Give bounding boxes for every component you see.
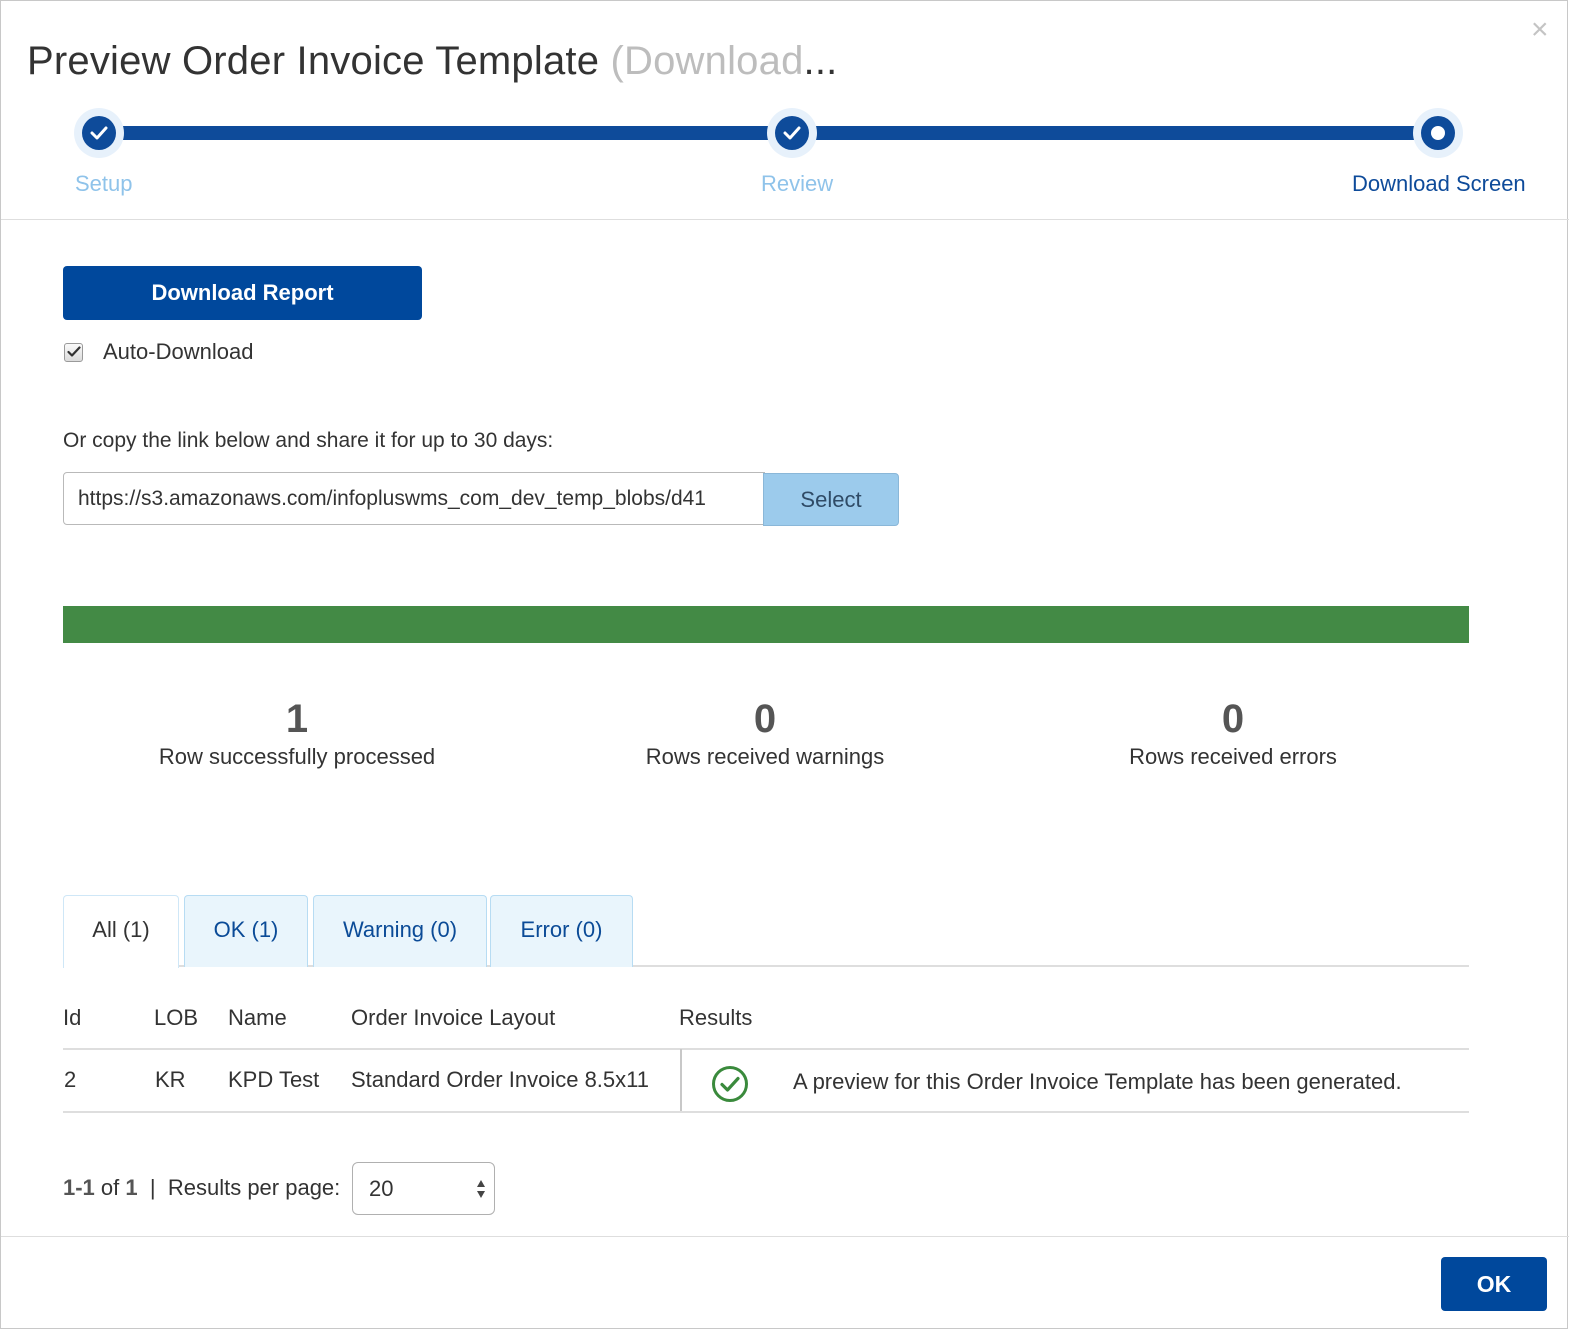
select-arrows-icon bbox=[477, 1180, 485, 1198]
check-icon bbox=[82, 116, 116, 150]
pagination-range: 1-1 bbox=[63, 1175, 95, 1200]
select-link-button[interactable]: Select bbox=[763, 473, 899, 526]
title-sub: (Download bbox=[610, 39, 804, 83]
results-per-page-select[interactable]: 20 bbox=[352, 1162, 495, 1215]
pagination-total: 1 bbox=[125, 1175, 138, 1200]
check-icon bbox=[775, 116, 809, 150]
title-main: Preview Order Invoice Template bbox=[27, 39, 600, 83]
current-step-icon bbox=[1421, 116, 1455, 150]
table-cell-result-text: A preview for this Order Invoice Templat… bbox=[793, 1069, 1402, 1094]
stat-warnings: 0 Rows received warnings bbox=[565, 696, 965, 770]
preview-dialog: × Preview Order Invoice Template (Downlo… bbox=[0, 0, 1569, 1329]
check-circle-icon bbox=[711, 1065, 749, 1108]
wizard-stepper: Setup Review Download Screen bbox=[1, 101, 1569, 211]
table-cell-lob: KR bbox=[155, 1067, 186, 1092]
table-cell-layout: Standard Order Invoice 8.5x11 bbox=[351, 1067, 649, 1092]
stat-warnings-label: Rows received warnings bbox=[645, 744, 885, 769]
stat-processed-value: 1 bbox=[285, 697, 309, 741]
step-setup-dot bbox=[74, 108, 124, 158]
results-column-divider bbox=[680, 1049, 682, 1112]
stat-errors: 0 Rows received errors bbox=[1033, 696, 1433, 770]
stat-warnings-value: 0 bbox=[753, 697, 777, 741]
column-header-results[interactable]: Results bbox=[679, 1005, 752, 1031]
footer-divider bbox=[1, 1236, 1569, 1237]
ok-button[interactable]: OK bbox=[1441, 1257, 1547, 1311]
dialog-title: Preview Order Invoice Template (Download… bbox=[27, 39, 837, 84]
stat-errors-value: 0 bbox=[1221, 697, 1245, 741]
close-icon[interactable]: × bbox=[1531, 15, 1549, 45]
column-header-lob[interactable]: LOB bbox=[154, 1005, 198, 1031]
column-header-name[interactable]: Name bbox=[228, 1005, 287, 1031]
table-cell-id: 2 bbox=[64, 1067, 77, 1092]
step-label-setup[interactable]: Setup bbox=[75, 171, 133, 197]
auto-download-label: Auto-Download bbox=[103, 339, 254, 364]
header-divider bbox=[1, 219, 1569, 220]
tab-error[interactable]: Error (0) bbox=[490, 895, 633, 967]
pagination-of: of bbox=[100, 1175, 120, 1200]
auto-download-checkbox[interactable] bbox=[64, 342, 83, 362]
title-ellipsis: ... bbox=[803, 39, 838, 83]
step-review-dot bbox=[767, 108, 817, 158]
pagination-separator: | bbox=[149, 1175, 156, 1200]
download-report-button[interactable]: Download Report bbox=[63, 266, 422, 320]
share-link-input[interactable] bbox=[63, 472, 765, 525]
step-label-review[interactable]: Review bbox=[761, 171, 833, 197]
column-header-layout[interactable]: Order Invoice Layout bbox=[351, 1005, 555, 1031]
column-header-id[interactable]: Id bbox=[63, 1005, 81, 1031]
pagination-summary: 1-1 of 1 | Results per page: bbox=[63, 1175, 340, 1201]
results-per-page-value: 20 bbox=[369, 1176, 394, 1201]
stat-errors-label: Rows received errors bbox=[1129, 744, 1337, 769]
stat-processed: 1 Row successfully processed bbox=[97, 696, 497, 770]
table-row-divider bbox=[63, 1111, 1469, 1113]
auto-download-option[interactable]: Auto-Download bbox=[64, 339, 253, 365]
table-cell-name: KPD Test bbox=[228, 1067, 320, 1092]
progress-bar bbox=[63, 606, 1469, 643]
results-per-page-label: Results per page: bbox=[167, 1175, 341, 1200]
tab-warning[interactable]: Warning (0) bbox=[313, 895, 487, 967]
stat-processed-label: Row successfully processed bbox=[158, 744, 436, 769]
copy-link-instructions: Or copy the link below and share it for … bbox=[63, 429, 554, 452]
progress-bar-fill bbox=[63, 606, 1469, 643]
tab-ok[interactable]: OK (1) bbox=[184, 895, 308, 967]
results-tabs: All (1) OK (1) Warning (0) Error (0) bbox=[63, 895, 1469, 968]
step-label-download-screen: Download Screen bbox=[1352, 171, 1526, 196]
tab-all[interactable]: All (1) bbox=[63, 895, 179, 968]
step-download-dot bbox=[1413, 108, 1463, 158]
table-row-divider bbox=[63, 1048, 1469, 1050]
